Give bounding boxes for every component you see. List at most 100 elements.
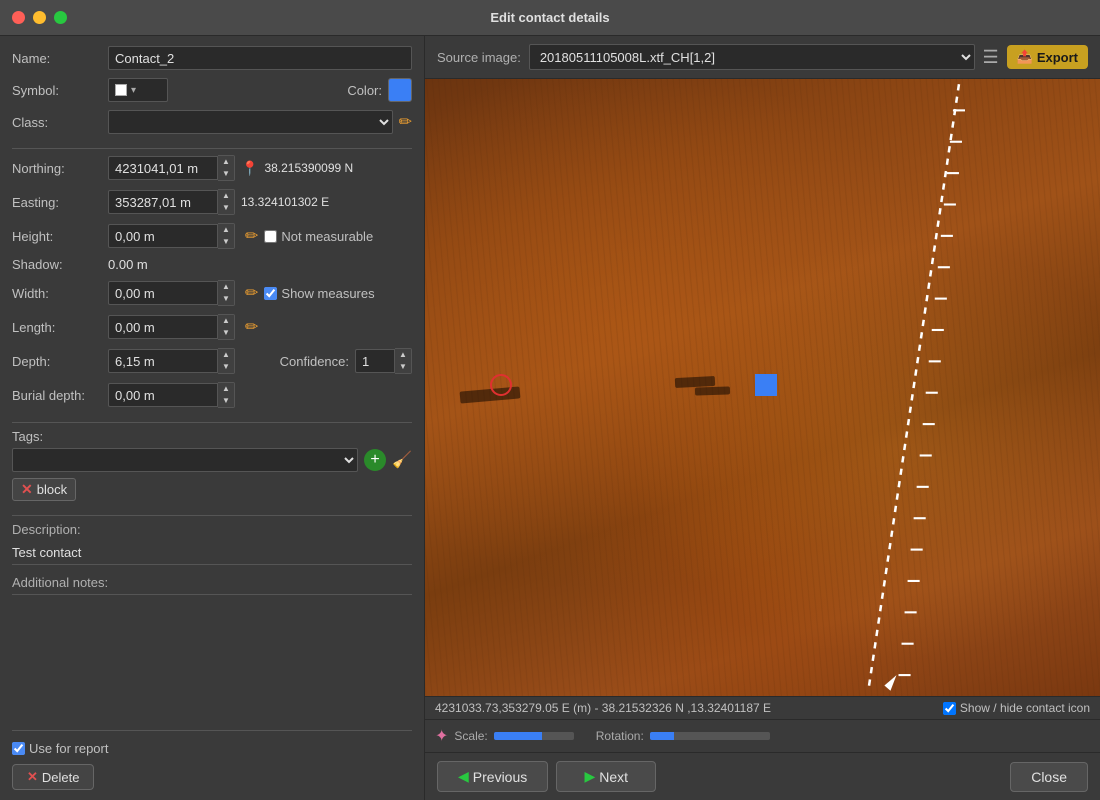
depth-down-button[interactable]: ▼	[218, 361, 234, 373]
length-input[interactable]	[108, 315, 218, 339]
northing-spinner: ▲ ▼	[108, 155, 235, 181]
width-down-button[interactable]: ▼	[218, 293, 234, 305]
chevron-down-icon: ▾	[131, 85, 136, 96]
depth-input[interactable]	[108, 349, 218, 373]
symbol-dropdown[interactable]: ▾	[108, 78, 168, 102]
use-for-report-label[interactable]: Use for report	[12, 741, 108, 756]
show-measures-checkbox-label[interactable]: Show measures	[264, 286, 374, 301]
contact-marker-blue[interactable]	[755, 374, 777, 396]
scale-bar[interactable]	[494, 732, 574, 740]
not-measurable-checkbox[interactable]	[264, 230, 277, 243]
easting-label: Easting:	[12, 195, 102, 210]
export-button[interactable]: 📤 Export	[1007, 45, 1088, 69]
height-down-button[interactable]: ▼	[218, 236, 234, 248]
export-label: Export	[1037, 50, 1078, 65]
confidence-input[interactable]	[355, 349, 395, 373]
easting-coords: 13.324101302 E	[241, 195, 329, 209]
show-measures-checkbox[interactable]	[264, 287, 277, 300]
pin-icon[interactable]: 📍	[241, 160, 258, 177]
remove-tag-button[interactable]: ✕	[21, 481, 33, 498]
close-button[interactable]: Close	[1010, 762, 1088, 792]
name-row: Name:	[12, 46, 412, 70]
confidence-down-button[interactable]: ▼	[395, 361, 411, 373]
height-spinner-buttons: ▲ ▼	[218, 223, 235, 249]
show-measures-label: Show measures	[281, 286, 374, 301]
next-button[interactable]: ▶ Next	[556, 761, 656, 792]
class-select[interactable]	[108, 110, 393, 134]
next-label: Next	[599, 769, 628, 785]
use-for-report-checkbox[interactable]	[12, 742, 25, 755]
easting-input[interactable]	[108, 190, 218, 214]
contact-marker-red[interactable]	[490, 374, 512, 396]
delete-x-icon: ✕	[27, 769, 38, 785]
maximize-button[interactable]	[54, 11, 67, 24]
burial-depth-spinner: ▲ ▼	[108, 382, 235, 408]
northing-up-button[interactable]: ▲	[218, 156, 234, 168]
easting-up-button[interactable]: ▲	[218, 190, 234, 202]
description-label: Description:	[12, 522, 412, 537]
previous-arrow-icon: ◀	[458, 768, 469, 785]
length-up-button[interactable]: ▲	[218, 315, 234, 327]
erase-icon[interactable]: 🧹	[392, 450, 412, 470]
scale-icon: ✦	[435, 726, 448, 746]
right-panel: Source image: 20180511105008L.xtf_CH[1,2…	[425, 36, 1100, 800]
coords-bar: 4231033.73,353279.05 E (m) - 38.21532326…	[425, 696, 1100, 719]
symbol-label: Symbol:	[12, 83, 102, 98]
color-swatch[interactable]	[388, 78, 412, 102]
length-down-button[interactable]: ▼	[218, 327, 234, 339]
confidence-up-button[interactable]: ▲	[395, 349, 411, 361]
edit-class-icon[interactable]: ✏	[399, 112, 412, 132]
width-spinner: ▲ ▼	[108, 280, 235, 306]
scale-label: Scale:	[454, 729, 487, 743]
width-input[interactable]	[108, 281, 218, 305]
previous-button[interactable]: ◀ Previous	[437, 761, 548, 792]
width-label: Width:	[12, 286, 102, 301]
show-hide-label: Show / hide contact icon	[960, 701, 1090, 715]
length-spinner-buttons: ▲ ▼	[218, 314, 235, 340]
tags-label-row: Tags:	[12, 429, 412, 444]
shadow-label: Shadow:	[12, 257, 102, 272]
sonar-image-container[interactable]	[425, 79, 1100, 696]
rotation-bar[interactable]	[650, 732, 770, 740]
length-spinner: ▲ ▼	[108, 314, 235, 340]
depth-up-button[interactable]: ▲	[218, 349, 234, 361]
northing-input[interactable]	[108, 156, 218, 180]
list-icon[interactable]: ☰	[983, 47, 999, 68]
tag-block-chip: ✕ block	[12, 478, 76, 501]
burial-depth-down-button[interactable]: ▼	[218, 395, 234, 407]
name-input[interactable]	[108, 46, 412, 70]
burial-depth-row: Burial depth: ▲ ▼	[12, 382, 412, 408]
use-for-report-row: Use for report	[12, 741, 412, 756]
width-up-button[interactable]: ▲	[218, 281, 234, 293]
add-tag-button[interactable]: +	[364, 449, 386, 471]
delete-button[interactable]: ✕ Delete	[12, 764, 94, 790]
tags-select[interactable]	[12, 448, 358, 472]
height-up-button[interactable]: ▲	[218, 224, 234, 236]
symbol-color-row: Symbol: ▾ Color:	[12, 78, 412, 102]
not-measurable-checkbox-label[interactable]: Not measurable	[264, 229, 373, 244]
right-header: Source image: 20180511105008L.xtf_CH[1,2…	[425, 36, 1100, 79]
height-input[interactable]	[108, 224, 218, 248]
easting-down-button[interactable]: ▼	[218, 202, 234, 214]
close-window-button[interactable]	[12, 11, 25, 24]
source-select[interactable]: 20180511105008L.xtf_CH[1,2]	[529, 44, 975, 70]
height-edit-icon[interactable]: ✏	[245, 226, 258, 246]
width-edit-icon[interactable]: ✏	[245, 283, 258, 303]
shadow-row: Shadow: 0.00 m	[12, 257, 412, 272]
tags-label: Tags:	[12, 429, 102, 444]
window-controls[interactable]	[12, 11, 67, 24]
easting-spinner-buttons: ▲ ▼	[218, 189, 235, 215]
show-hide-checkbox[interactable]	[943, 702, 956, 715]
burial-depth-up-button[interactable]: ▲	[218, 383, 234, 395]
shadow-band-3	[695, 386, 730, 395]
nav-bar: ◀ Previous ▶ Next Close	[425, 752, 1100, 800]
minimize-button[interactable]	[33, 11, 46, 24]
depth-spinner: ▲ ▼	[108, 348, 235, 374]
previous-label: Previous	[473, 769, 527, 785]
burial-depth-input[interactable]	[108, 383, 218, 407]
window-title: Edit contact details	[490, 10, 609, 25]
northing-row: Northing: ▲ ▼ 📍 38.215390099 N	[12, 155, 412, 181]
width-spinner-buttons: ▲ ▼	[218, 280, 235, 306]
northing-down-button[interactable]: ▼	[218, 168, 234, 180]
length-edit-icon[interactable]: ✏	[245, 317, 258, 337]
